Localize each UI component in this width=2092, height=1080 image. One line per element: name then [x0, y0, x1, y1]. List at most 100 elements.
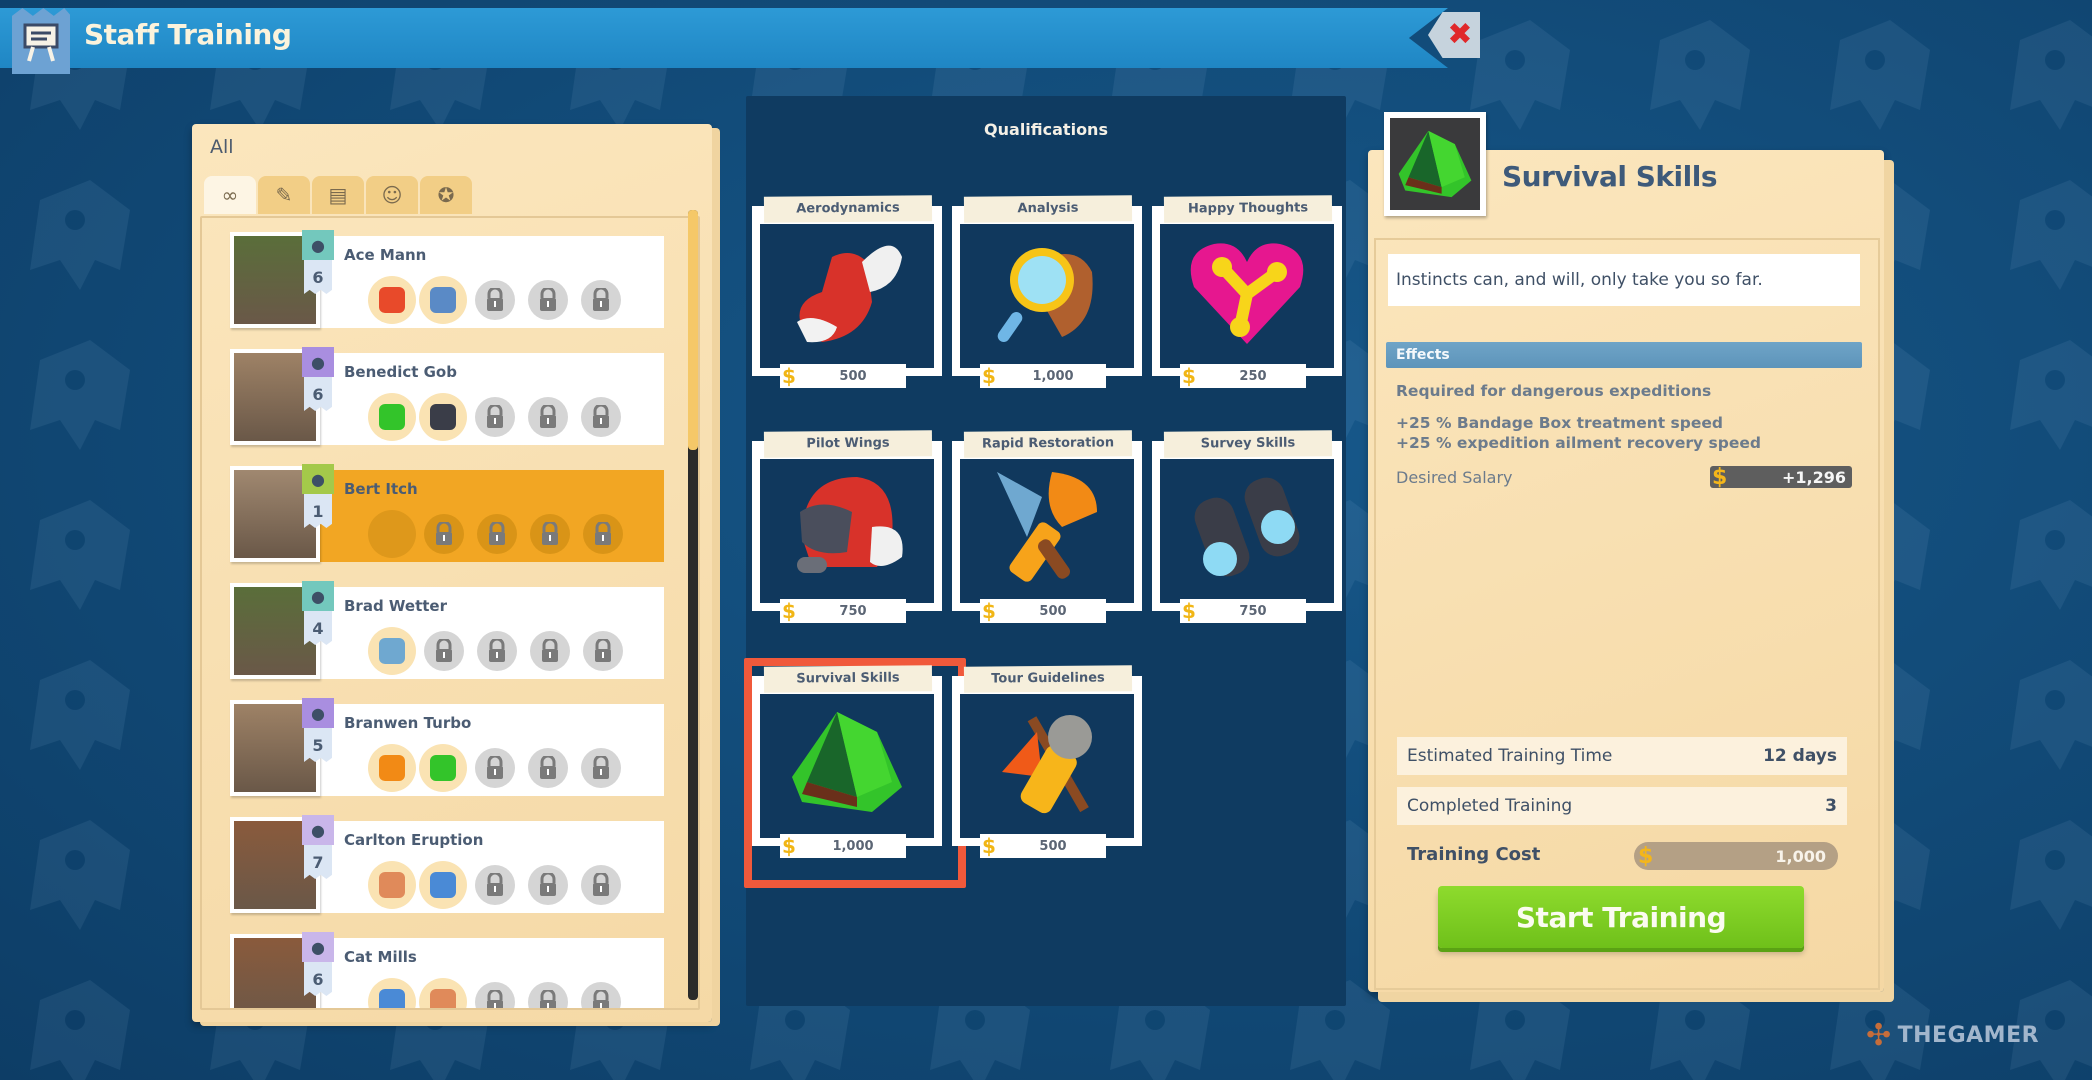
- coin-icon: $: [982, 834, 996, 858]
- qualification-card[interactable]: Rapid Restoration $500: [952, 430, 1142, 629]
- lock-icon: [528, 865, 568, 905]
- completed-training-row: Completed Training 3: [1397, 787, 1847, 825]
- qualification-slots: [368, 861, 626, 909]
- qualification-name: Happy Thoughts: [1163, 195, 1333, 223]
- lock-icon: [475, 748, 515, 788]
- effects-header: Effects: [1386, 342, 1862, 368]
- staff-level: 5: [304, 728, 332, 762]
- filter-tab-security[interactable]: ✪: [420, 176, 472, 214]
- staff-level: 6: [304, 962, 332, 996]
- staff-name: Benedict Gob: [344, 363, 457, 381]
- staff-row[interactable]: ● 6 Benedict Gob: [230, 347, 664, 445]
- staff-level: 4: [304, 611, 332, 645]
- qualification-card[interactable]: Happy Thoughts $250: [1152, 195, 1342, 394]
- qualification-name: Rapid Restoration: [963, 430, 1133, 458]
- qualification-card[interactable]: Pilot Wings $750: [752, 430, 942, 629]
- qualification-card[interactable]: Analysis $1,000: [952, 195, 1142, 394]
- lock-icon: [530, 514, 570, 554]
- completed-training-label: Completed Training: [1407, 796, 1573, 816]
- staff-list-scrollbar[interactable]: [688, 210, 698, 1000]
- staff-list-panel: All ∞ ✎ ▤ ☺ ✪ ● 6 Ace Mann ● 6 Benedict Gob ● 1 Bert…: [192, 124, 712, 1022]
- watermark: ✣ THEGAMER: [1866, 1018, 2039, 1053]
- qualification-card[interactable]: Survey Skills $750: [1152, 430, 1342, 629]
- id-card-icon: ●: [302, 815, 334, 845]
- qualification-slots: [368, 978, 626, 1008]
- lock-icon: [477, 514, 517, 554]
- desired-salary-value: $ +1,296: [1710, 464, 1852, 490]
- qualification-price: $500: [980, 599, 1106, 623]
- coin-icon: $: [1712, 464, 1728, 490]
- price-value: 1,000: [1032, 368, 1074, 384]
- binoculars-icon: [419, 393, 467, 441]
- staff-name: Cat Mills: [344, 948, 417, 966]
- filter-tab-infinity[interactable]: ∞: [204, 176, 256, 214]
- scientist-icon: ▤: [328, 183, 348, 207]
- qualification-price: $500: [980, 834, 1106, 858]
- microphone-flag-icon: [972, 698, 1122, 826]
- coin-icon: $: [982, 599, 996, 623]
- filter-tab-scientist[interactable]: ▤: [312, 176, 364, 214]
- price-value: 250: [1239, 368, 1267, 384]
- janitor-icon: ✎: [275, 183, 293, 207]
- training-easel-icon: [12, 8, 70, 74]
- lock-icon: [528, 982, 568, 1008]
- staff-row[interactable]: ● 7 Carlton Eruption: [230, 815, 664, 913]
- description-text: Instincts can, and will, only take you s…: [1396, 270, 1763, 290]
- staff-row[interactable]: ● 5 Branwen Turbo: [230, 698, 664, 796]
- price-value: 1,000: [832, 838, 874, 854]
- bucket-icon: ●: [302, 581, 334, 611]
- qualification-name: Pilot Wings: [763, 430, 933, 458]
- winged-shoe-icon: [772, 228, 922, 356]
- lock-icon: [581, 865, 621, 905]
- book-upgrade-icon: [419, 861, 467, 909]
- lock-icon: [475, 982, 515, 1008]
- lock-icon: [583, 631, 623, 671]
- effect-line: Required for dangerous expeditions: [1396, 382, 1712, 400]
- detail-icon-frame: [1384, 112, 1486, 216]
- magnifying-glass-icon: [972, 228, 1122, 356]
- price-value: 500: [839, 368, 867, 384]
- staff-name: Branwen Turbo: [344, 714, 472, 732]
- coin-icon: $: [982, 364, 996, 388]
- staff-level: 6: [304, 260, 332, 294]
- qualification-price: $250: [1180, 364, 1306, 388]
- filter-tab-guide[interactable]: ☺: [366, 176, 418, 214]
- qualification-slots: [368, 627, 628, 675]
- qualification-card[interactable]: Aerodynamics $500: [752, 195, 942, 394]
- qualification-card[interactable]: Survival Skills $1,000: [744, 658, 966, 888]
- estimated-time-value: 12 days: [1763, 746, 1837, 766]
- staff-row[interactable]: ● 1 Bert Itch: [230, 464, 664, 562]
- close-button[interactable]: ✖: [1428, 12, 1480, 58]
- staff-filter-label: All: [210, 136, 234, 158]
- coin-icon: $: [1638, 843, 1654, 869]
- desired-salary-label: Desired Salary: [1396, 468, 1513, 487]
- guide-icon: ☺: [381, 183, 403, 207]
- qualification-price: $1,000: [980, 364, 1106, 388]
- qualification-card[interactable]: Tour Guidelines $500: [952, 665, 1142, 864]
- trowel-brush-icon: [972, 463, 1122, 591]
- lock-icon: [528, 397, 568, 437]
- staff-level: 1: [304, 494, 332, 528]
- staff-row[interactable]: ● 6 Cat Mills: [230, 932, 664, 1008]
- qualification-slots: [368, 276, 626, 324]
- tent-icon: [1390, 118, 1480, 210]
- staff-row[interactable]: ● 4 Brad Wetter: [230, 581, 664, 679]
- staff-name: Brad Wetter: [344, 597, 448, 615]
- detail-title: Survival Skills: [1502, 160, 1718, 193]
- training-cost-label: Training Cost: [1407, 844, 1541, 865]
- lock-icon: [581, 982, 621, 1008]
- qualification-slots: [368, 744, 626, 792]
- price-value: 500: [1039, 603, 1067, 619]
- start-training-button[interactable]: Start Training: [1438, 886, 1804, 948]
- filter-tab-janitor[interactable]: ✎: [258, 176, 310, 214]
- thegamer-logo-icon: ✣: [1866, 1018, 1892, 1053]
- scrollbar-thumb[interactable]: [688, 210, 698, 450]
- tent-icon: [368, 393, 416, 441]
- plant-icon: ●: [302, 464, 334, 494]
- infinity-icon: ∞: [221, 183, 239, 207]
- qualification-price: $750: [780, 599, 906, 623]
- coin-icon: $: [1182, 364, 1196, 388]
- staff-row[interactable]: ● 6 Ace Mann: [230, 230, 664, 328]
- hat-icon: ●: [302, 347, 334, 377]
- qualification-price: $1,000: [780, 834, 906, 858]
